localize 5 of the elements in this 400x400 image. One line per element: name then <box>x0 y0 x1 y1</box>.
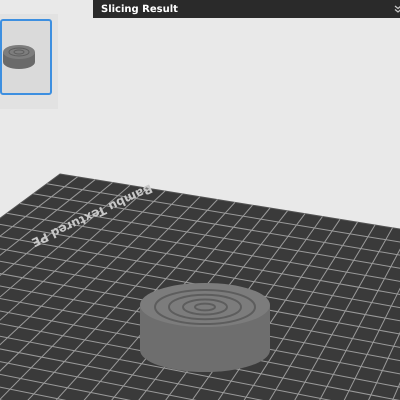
double-chevron-icon[interactable] <box>394 5 400 13</box>
slicing-result-header[interactable]: Slicing Result <box>93 0 400 18</box>
model-preview-drawing <box>2 42 36 72</box>
plate-thumbnail[interactable] <box>0 19 52 95</box>
panel-title: Slicing Result <box>101 2 178 16</box>
